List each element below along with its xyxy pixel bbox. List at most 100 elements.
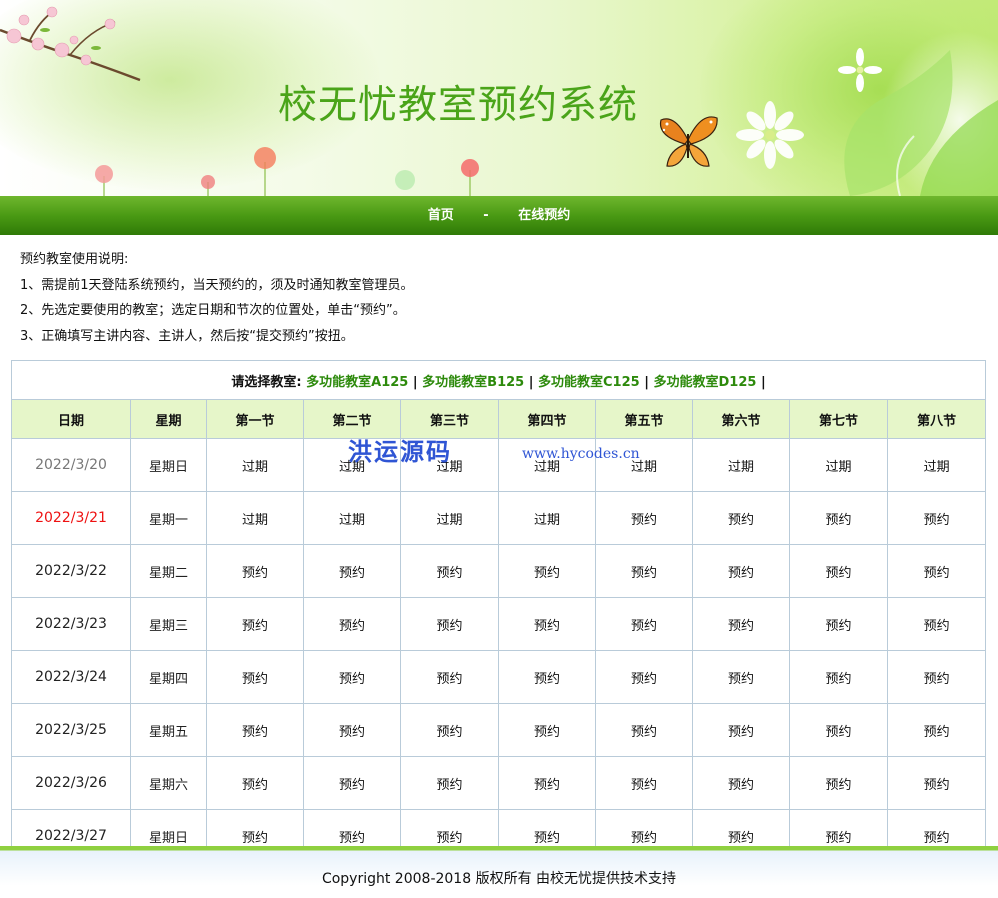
book-slot-button[interactable]: 预约 [692, 597, 790, 651]
book-slot-button[interactable]: 预约 [789, 703, 888, 757]
book-slot-button[interactable]: 预约 [400, 597, 499, 651]
instruction-line: 3、正确填写主讲内容、主讲人，然后按“提交预约”按扭。 [20, 328, 354, 344]
book-slot-button[interactable]: 预约 [400, 544, 499, 598]
book-slot-button[interactable]: 预约 [498, 650, 596, 704]
column-header: 第八节 [886, 399, 987, 439]
book-slot-button[interactable]: 预约 [789, 491, 888, 545]
date-cell: 2022/3/20 [11, 438, 131, 492]
flower-stems-icon [95, 147, 479, 196]
book-slot-button[interactable]: 预约 [886, 544, 987, 598]
footer-copyright: Copyright 2008-2018 版权所有 由校无忧提供技术支持 [321, 871, 677, 887]
weekday-cell: 星期三 [130, 597, 207, 651]
date-cell: 2022/3/21 [11, 491, 131, 545]
book-slot-button[interactable]: 预约 [400, 703, 499, 757]
room-selector-row: 请选择教室: 多功能教室A125 | 多功能教室B125 | 多功能教室C125… [10, 360, 987, 400]
room-divider: | [644, 374, 649, 390]
weekday-cell: 星期日 [130, 438, 207, 492]
book-slot-button[interactable]: 预约 [789, 597, 888, 651]
book-slot-button[interactable]: 预约 [692, 650, 790, 704]
book-slot-button[interactable]: 预约 [595, 544, 693, 598]
book-slot-button[interactable]: 预约 [692, 703, 790, 757]
nav-booking-link[interactable]: 在线预约 [518, 208, 570, 223]
column-header: 第五节 [595, 399, 693, 439]
book-slot-button[interactable]: 预约 [206, 597, 304, 651]
booking-table-container: 请选择教室: 多功能教室A125 | 多功能教室B125 | 多功能教室C125… [10, 360, 987, 863]
column-header: 日期 [11, 399, 131, 439]
expired-slot: 过期 [303, 491, 401, 545]
watermark-url: www.hycodes.cn [522, 446, 640, 462]
expired-slot: 过期 [789, 438, 888, 492]
book-slot-button[interactable]: 预约 [498, 703, 596, 757]
lily-leaf-icon [844, 50, 998, 196]
book-slot-button[interactable]: 预约 [206, 756, 304, 810]
column-header: 第六节 [692, 399, 790, 439]
column-header: 第一节 [206, 399, 304, 439]
date-cell: 2022/3/24 [11, 650, 131, 704]
book-slot-button[interactable]: 预约 [692, 544, 790, 598]
expired-slot: 过期 [206, 491, 304, 545]
book-slot-button[interactable]: 预约 [303, 597, 401, 651]
table-row: 2022/3/25 星期五 预约 预约 预约 预约 预约 预约 预约 预约 [11, 703, 987, 757]
book-slot-button[interactable]: 预约 [400, 650, 499, 704]
table-row: 2022/3/20 星期日 过期 过期 过期 过期 过期 过期 过期 过期 [11, 438, 987, 492]
room-link-d125[interactable]: 多功能教室D125 [654, 375, 757, 390]
book-slot-button[interactable]: 预约 [303, 650, 401, 704]
book-slot-button[interactable]: 预约 [692, 491, 790, 545]
page-title: 校无忧教室预约系统 [278, 83, 639, 128]
date-cell: 2022/3/26 [11, 756, 131, 810]
book-slot-button[interactable]: 预约 [789, 650, 888, 704]
book-slot-button[interactable]: 预约 [400, 756, 499, 810]
date-cell: 2022/3/25 [11, 703, 131, 757]
room-link-c125[interactable]: 多功能教室C125 [538, 375, 640, 390]
date-cell: 2022/3/23 [11, 597, 131, 651]
nav-home-link[interactable]: 首页 [428, 208, 454, 223]
table-row: 2022/3/24 星期四 预约 预约 预约 预约 预约 预约 预约 预约 [11, 650, 987, 704]
book-slot-button[interactable]: 预约 [789, 756, 888, 810]
instructions-heading: 预约教室使用说明: [20, 252, 129, 267]
expired-slot: 过期 [400, 491, 499, 545]
room-divider: | [412, 374, 418, 390]
nav-separator: - [483, 208, 489, 223]
main-nav: 首页 - 在线预约 [0, 196, 998, 235]
book-slot-button[interactable]: 预约 [789, 544, 888, 598]
book-slot-button[interactable]: 预约 [498, 756, 596, 810]
book-slot-button[interactable]: 预约 [303, 703, 401, 757]
date-cell: 2022/3/22 [11, 544, 131, 598]
book-slot-button[interactable]: 预约 [595, 650, 693, 704]
book-slot-button[interactable]: 预约 [692, 756, 790, 810]
table-row: 2022/3/22 星期二 预约 预约 预约 预约 预约 预约 预约 预约 [11, 544, 987, 598]
room-divider: | [760, 374, 766, 390]
book-slot-button[interactable]: 预约 [303, 756, 401, 810]
column-header: 星期 [130, 399, 207, 439]
weekday-cell: 星期四 [130, 650, 207, 704]
weekday-cell: 星期二 [130, 544, 207, 598]
book-slot-button[interactable]: 预约 [595, 491, 693, 545]
room-link-b125[interactable]: 多功能教室B125 [422, 375, 524, 390]
book-slot-button[interactable]: 预约 [498, 544, 596, 598]
booking-table: 请选择教室: 多功能教室A125 | 多功能教室B125 | 多功能教室C125… [10, 360, 987, 863]
book-slot-button[interactable]: 预约 [595, 756, 693, 810]
weekday-cell: 星期五 [130, 703, 207, 757]
expired-slot: 过期 [498, 491, 596, 545]
book-slot-button[interactable]: 预约 [498, 597, 596, 651]
instruction-line: 2、先选定要使用的教室；选定日期和节次的位置处，单击“预约”。 [20, 303, 406, 318]
expired-slot: 过期 [206, 438, 304, 492]
book-slot-button[interactable]: 预约 [886, 491, 987, 545]
book-slot-button[interactable]: 预约 [886, 597, 987, 651]
room-selector: 请选择教室: 多功能教室A125 | 多功能教室B125 | 多功能教室C125… [10, 360, 987, 400]
book-slot-button[interactable]: 预约 [206, 544, 304, 598]
book-slot-button[interactable]: 预约 [303, 544, 401, 598]
column-header: 第四节 [498, 399, 596, 439]
book-slot-button[interactable]: 预约 [206, 703, 304, 757]
instruction-line: 1、需提前1天登陆系统预约，当天预约的，须及时通知教室管理员。 [20, 277, 414, 293]
book-slot-button[interactable]: 预约 [595, 703, 693, 757]
usage-instructions: 预约教室使用说明: 1、需提前1天登陆系统预约，当天预约的，须及时通知教室管理员… [20, 247, 414, 349]
weekday-cell: 星期一 [130, 491, 207, 545]
book-slot-button[interactable]: 预约 [886, 650, 987, 704]
expired-slot: 过期 [692, 438, 790, 492]
book-slot-button[interactable]: 预约 [886, 703, 987, 757]
room-link-a125[interactable]: 多功能教室A125 [306, 375, 408, 390]
book-slot-button[interactable]: 预约 [206, 650, 304, 704]
book-slot-button[interactable]: 预约 [595, 597, 693, 651]
book-slot-button[interactable]: 预约 [886, 756, 987, 810]
